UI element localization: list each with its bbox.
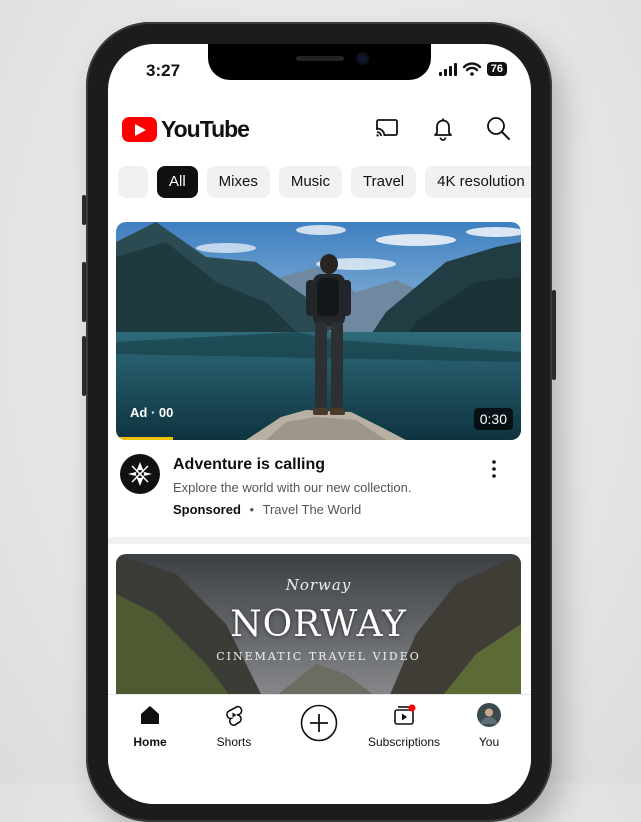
feed-divider: [108, 537, 531, 544]
chip-music[interactable]: Music: [278, 166, 343, 198]
chip-mixes[interactable]: Mixes: [206, 166, 270, 198]
home-icon: [141, 706, 159, 724]
advertiser-avatar[interactable]: [120, 454, 160, 494]
ad-overlay-label: Ad · 00: [130, 405, 174, 420]
shorts-icon: [226, 705, 243, 726]
nav-shorts[interactable]: Shorts: [192, 695, 276, 755]
filter-chips: All Mixes Music Travel 4K resolution: [118, 166, 531, 200]
nav-subscriptions-label: Subscriptions: [367, 735, 441, 749]
phone-screen: 3:27 76 YouTube All Mixes Music Travel 4…: [108, 44, 531, 804]
phone-side-button: [82, 195, 86, 225]
phone-volume-down: [82, 336, 86, 396]
advertiser-logo-icon: [128, 462, 152, 486]
playback-progress-bar: [116, 437, 173, 440]
advertiser-name: Travel The World: [262, 502, 362, 517]
battery-icon: 76: [486, 62, 507, 76]
nav-you-label: You: [478, 735, 500, 749]
status-icons: 76: [438, 62, 507, 76]
ad-video-thumbnail[interactable]: Ad · 00 0:30: [116, 222, 521, 440]
youtube-play-logo-icon: [122, 117, 157, 142]
chip-4k-resolution[interactable]: 4K resolution: [425, 166, 531, 198]
ad-video-title[interactable]: Adventure is calling: [173, 456, 325, 474]
thumbnail-script-text: Norway: [285, 576, 352, 594]
nav-subscriptions[interactable]: Subscriptions: [362, 695, 446, 755]
phone-power-button: [552, 290, 556, 380]
front-camera: [358, 54, 367, 63]
wifi-icon: [462, 62, 481, 76]
nav-home[interactable]: Home: [108, 695, 192, 755]
chip-all[interactable]: All: [157, 166, 198, 198]
cast-icon[interactable]: [373, 114, 401, 142]
notch: [208, 44, 431, 80]
signal-icon: [438, 62, 457, 76]
nav-you[interactable]: You: [447, 695, 531, 755]
thumbnail-subtitle-text: CINEMATIC TRAVEL VIDEO: [216, 650, 421, 663]
youtube-logo[interactable]: YouTube: [122, 116, 250, 143]
ad-sponsor-line: Sponsored • Travel The World: [173, 502, 361, 517]
search-icon[interactable]: [484, 114, 512, 142]
speaker: [296, 56, 344, 61]
status-time: 3:27: [146, 61, 181, 80]
ad-video-description: Explore the world with our new collectio…: [173, 480, 412, 495]
sponsored-label: Sponsored: [173, 502, 241, 517]
create-icon: [300, 704, 338, 742]
logo-text: YouTube: [161, 116, 250, 142]
app-header: YouTube: [108, 102, 531, 156]
ad-video-meta[interactable]: Adventure is calling Explore the world w…: [120, 454, 520, 524]
phone-volume-up: [82, 262, 86, 322]
more-options-icon[interactable]: [484, 458, 504, 480]
nav-create[interactable]: [277, 695, 361, 755]
video-duration: 0:30: [473, 408, 513, 430]
mountain-lake-scene: [116, 222, 521, 440]
thumbnail-title-text: NORWAY: [230, 604, 407, 645]
nav-shorts-label: Shorts: [216, 735, 252, 749]
nav-home-label: Home: [133, 735, 167, 749]
subscriptions-icon: [394, 704, 416, 725]
norway-video-thumbnail[interactable]: Norway NORWAY CINEMATIC TRAVEL VIDEO: [116, 554, 521, 704]
bell-icon[interactable]: [429, 114, 457, 142]
separator-dot: •: [249, 502, 255, 517]
chip-explore[interactable]: [118, 166, 148, 198]
chip-travel[interactable]: Travel: [351, 166, 417, 198]
profile-avatar-icon: [477, 703, 501, 727]
bottom-navigation: Home Shorts Subscriptions You: [108, 694, 531, 804]
